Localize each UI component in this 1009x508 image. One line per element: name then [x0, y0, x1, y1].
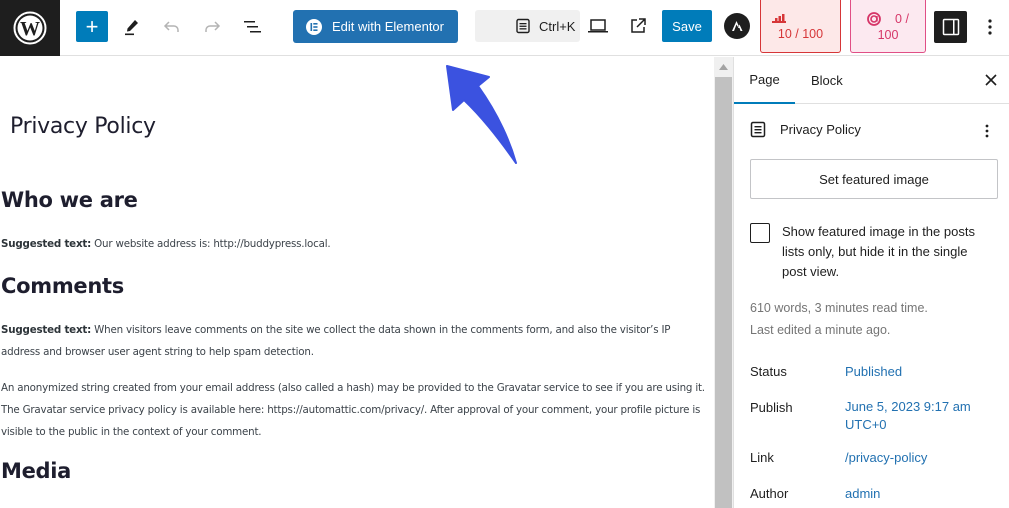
readability-score-bottom: 100	[877, 27, 899, 42]
block-inserter-button[interactable]: +	[76, 11, 108, 42]
redo-button[interactable]	[196, 11, 228, 43]
publish-label: Publish	[750, 400, 793, 415]
document-actions-button[interactable]	[980, 121, 994, 141]
suggested-text-prefix: Suggested text:	[1, 238, 92, 250]
document-summary: Privacy Policy	[750, 121, 861, 138]
undo-button[interactable]	[156, 11, 188, 43]
author-value[interactable]: admin	[845, 485, 880, 503]
elementor-icon	[306, 18, 322, 35]
author-label: Author	[750, 486, 789, 501]
scroll-up-button[interactable]	[714, 57, 733, 76]
settings-sidebar-toggle[interactable]	[934, 11, 967, 43]
svg-text:W: W	[20, 18, 40, 40]
seo-score-button[interactable]: 10 / 100	[760, 0, 841, 53]
wordpress-icon: W	[13, 11, 47, 45]
editor-header: W + Edit with Elementor Ctrl+K Save 10 /…	[0, 0, 1009, 56]
seo-score-value: 10 / 100	[777, 27, 824, 41]
save-label: Save	[672, 18, 702, 34]
permalink-value[interactable]: /privacy-policy	[845, 449, 927, 467]
tab-block[interactable]: Block	[811, 57, 843, 104]
heading-who-we-are[interactable]: Who we are	[1, 188, 138, 212]
paragraph-text: Our website address is: http://buddypres…	[91, 238, 331, 250]
external-link-icon	[631, 18, 646, 33]
triangle-up-icon	[719, 63, 728, 70]
paragraph-block[interactable]: Suggested text: When visitors leave comm…	[1, 319, 709, 363]
annotation-arrow-icon	[446, 65, 517, 164]
save-button[interactable]: Save	[662, 10, 712, 42]
set-featured-image-button[interactable]: Set featured image	[750, 159, 998, 199]
edit-with-elementor-button[interactable]: Edit with Elementor	[293, 10, 458, 43]
list-view-icon	[244, 21, 261, 33]
undo-icon	[163, 21, 179, 32]
paragraph-text: An anonymized string created from your e…	[1, 382, 705, 438]
close-sidebar-button[interactable]	[980, 69, 1002, 91]
settings-sidebar: Page Block Privacy Policy Set featured i…	[733, 57, 1009, 508]
sidebar-tabs: Page Block	[734, 57, 1009, 104]
seo-chart-icon	[772, 14, 786, 23]
page-icon	[750, 121, 766, 138]
astra-icon	[732, 21, 743, 31]
redo-icon	[205, 21, 221, 32]
more-vertical-icon	[985, 124, 989, 138]
options-menu-button[interactable]	[976, 11, 1004, 43]
paragraph-block[interactable]: Suggested text: Our website address is: …	[1, 233, 709, 255]
status-value[interactable]: Published	[845, 363, 902, 381]
pencil-icon	[125, 20, 138, 36]
paragraph-block[interactable]: An anonymized string created from your e…	[1, 377, 709, 443]
editor-canvas[interactable]: Privacy Policy Who we are Suggested text…	[0, 57, 714, 508]
command-shortcut: Ctrl+K	[539, 18, 576, 34]
edit-with-elementor-label: Edit with Elementor	[332, 19, 444, 34]
heading-comments[interactable]: Comments	[1, 274, 124, 298]
tab-page[interactable]: Page	[734, 57, 795, 104]
list-view-button[interactable]	[236, 11, 268, 43]
tools-button[interactable]	[116, 11, 148, 43]
scrollbar-thumb[interactable]	[715, 77, 732, 508]
readability-icon	[867, 12, 881, 26]
astra-settings-button[interactable]	[724, 13, 750, 39]
command-palette-button[interactable]: Ctrl+K	[475, 10, 580, 42]
heading-media[interactable]: Media	[1, 459, 71, 483]
editor-scrollbar[interactable]	[714, 57, 733, 508]
plus-icon: +	[85, 13, 99, 39]
page-icon	[516, 18, 530, 34]
word-count: 610 words, 3 minutes read time.	[750, 301, 928, 315]
publish-date-value[interactable]: June 5, 2023 9:17 am UTC+0	[845, 398, 985, 434]
hide-featured-image-checkbox[interactable]	[750, 223, 770, 243]
readability-score-button[interactable]: 0 / 100	[850, 0, 926, 53]
link-label: Link	[750, 450, 774, 465]
last-edited: Last edited a minute ago.	[750, 323, 891, 337]
sidebar-icon	[942, 18, 959, 36]
more-vertical-icon	[988, 19, 992, 35]
laptop-icon	[588, 19, 608, 33]
close-icon	[985, 74, 997, 86]
view-page-button[interactable]	[624, 12, 652, 40]
document-title: Privacy Policy	[780, 122, 861, 137]
post-title[interactable]: Privacy Policy	[10, 114, 156, 139]
preview-button[interactable]	[584, 12, 612, 40]
hide-featured-image-label[interactable]: Show featured image in the posts lists o…	[782, 222, 992, 282]
readability-score-top: 0 /	[895, 12, 909, 26]
wordpress-logo-button[interactable]: W	[0, 0, 60, 56]
paragraph-text: When visitors leave comments on the site…	[1, 324, 671, 358]
suggested-text-prefix: Suggested text:	[1, 324, 92, 336]
status-label: Status	[750, 364, 787, 379]
